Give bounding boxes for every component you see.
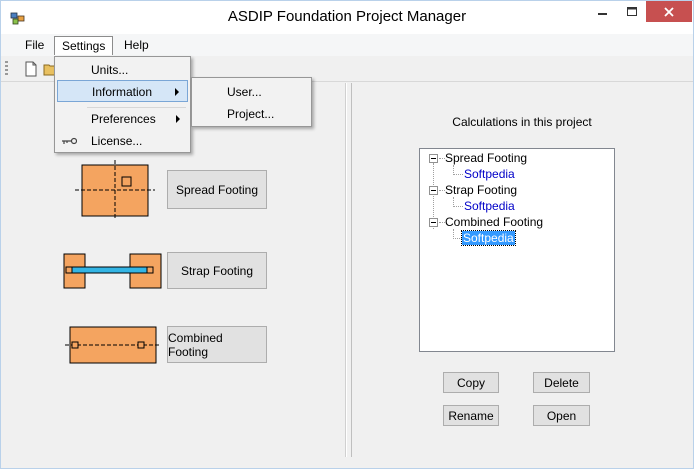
menu-item-label: Preferences [91, 112, 156, 126]
menu-file[interactable]: File [18, 36, 51, 55]
submenu-arrow-icon [175, 88, 179, 96]
minimize-icon [598, 12, 607, 15]
menu-item-preferences[interactable]: Preferences [57, 108, 188, 130]
menu-help[interactable]: Help [117, 36, 156, 55]
menu-item-label: Information [92, 85, 153, 99]
strap-footing-left-column [65, 266, 73, 274]
maximize-icon [627, 6, 637, 16]
spread-footing-button[interactable]: Spread Footing [167, 170, 267, 209]
calculations-tree[interactable]: Spread Footing Softpedia Strap Footing S… [419, 148, 615, 352]
calculations-title: Calculations in this project [452, 115, 592, 129]
menu-item-project[interactable]: Project... [194, 103, 309, 125]
title-bar: ASDIP Foundation Project Manager [1, 1, 693, 34]
menu-item-label: User... [227, 85, 262, 99]
close-button[interactable] [646, 1, 692, 22]
delete-button[interactable]: Delete [533, 372, 590, 393]
combined-footing-right-column [137, 341, 145, 349]
tree-line [453, 238, 462, 239]
app-window: ASDIP Foundation Project Manager File Se… [0, 0, 694, 469]
new-file-icon[interactable] [23, 61, 39, 77]
tree-node-combined-footing[interactable]: Combined Footing [445, 215, 543, 229]
rename-button[interactable]: Rename [443, 405, 499, 426]
menu-item-user[interactable]: User... [194, 81, 309, 103]
menu-item-units[interactable]: Units... [57, 59, 188, 81]
menu-settings[interactable]: Settings [54, 36, 114, 55]
submenu-arrow-icon [176, 115, 180, 123]
menu-item-label: Project... [227, 107, 275, 121]
menu-bar: File Settings Help [1, 34, 693, 56]
settings-dropdown: Units... Information Preferences License… [54, 56, 191, 153]
collapse-icon[interactable] [429, 218, 438, 227]
maximize-button[interactable] [618, 1, 646, 22]
strap-footing-right-column [146, 266, 154, 274]
menu-item-license[interactable]: License... [57, 130, 188, 152]
tree-node-strap-footing[interactable]: Strap Footing [445, 183, 517, 197]
strap-footing-button[interactable]: Strap Footing [167, 252, 267, 289]
tree-line [453, 206, 463, 207]
tree-item-combined-softpedia[interactable]: Softpedia [461, 230, 516, 246]
tree-node-spread-footing[interactable]: Spread Footing [445, 151, 527, 165]
close-icon [664, 6, 674, 17]
combined-footing-button[interactable]: Combined Footing [167, 326, 267, 363]
strap-footing-diagram [63, 253, 162, 289]
spread-footing-diagram [75, 160, 155, 220]
collapse-icon[interactable] [429, 154, 438, 163]
key-icon [62, 137, 77, 145]
information-submenu: User... Project... [191, 77, 312, 127]
menu-item-label: Units... [91, 63, 129, 77]
combined-footing-left-column [71, 341, 79, 349]
tree-item-spread-softpedia[interactable]: Softpedia [464, 167, 515, 181]
minimize-button[interactable] [589, 1, 617, 22]
strap-footing-beam [68, 266, 154, 274]
menu-item-information[interactable]: Information [57, 80, 188, 102]
menu-item-label: License... [91, 134, 143, 148]
tree-line [453, 174, 463, 175]
open-button[interactable]: Open [533, 405, 590, 426]
status-bar [1, 457, 693, 468]
collapse-icon[interactable] [429, 186, 438, 195]
tree-item-strap-softpedia[interactable]: Softpedia [464, 199, 515, 213]
copy-button[interactable]: Copy [443, 372, 499, 393]
spread-footing-column [121, 176, 132, 187]
combined-footing-diagram [65, 326, 159, 364]
toolbar-grip[interactable] [5, 61, 8, 77]
